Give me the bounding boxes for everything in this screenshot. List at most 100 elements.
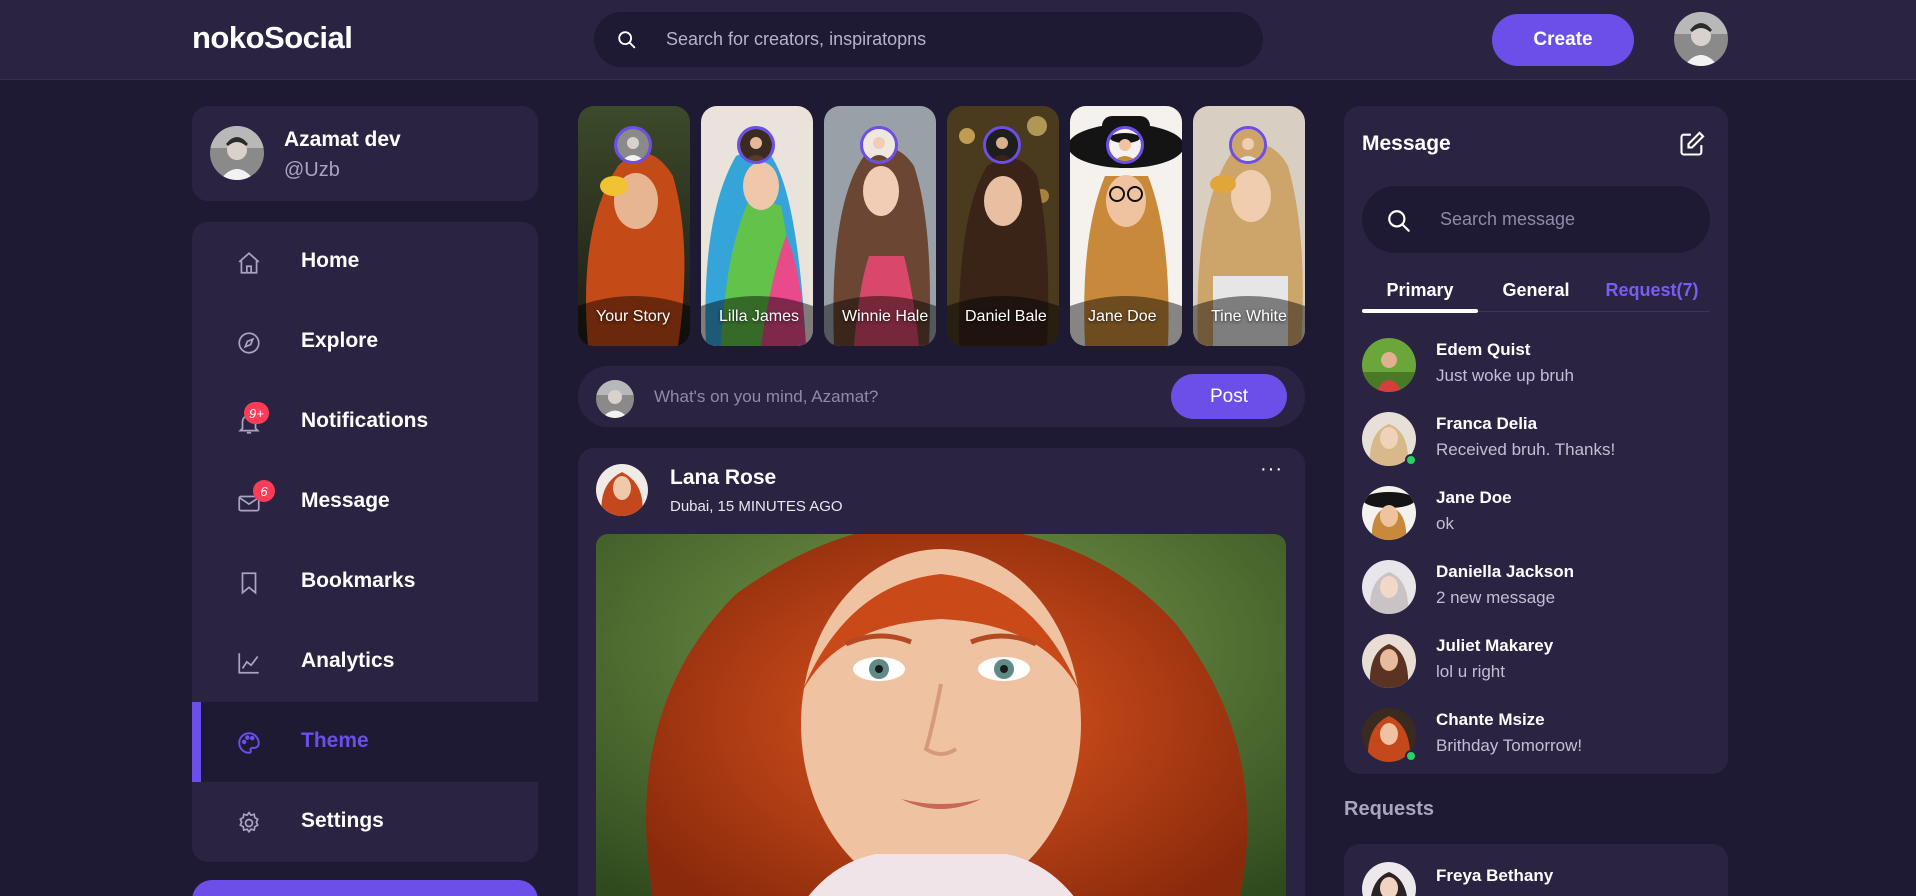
user-avatar[interactable]: [1674, 12, 1728, 66]
post-button[interactable]: Post: [1171, 374, 1287, 419]
chat-name: Franca Delia: [1436, 414, 1538, 433]
story-card[interactable]: Tine White: [1193, 106, 1305, 346]
story-name: Jane Doe: [1088, 308, 1157, 325]
request-name: Freya Bethany: [1436, 866, 1554, 885]
search-bar[interactable]: [594, 12, 1263, 67]
chat-name: Juliet Makarey: [1436, 636, 1554, 655]
list-item[interactable]: Daniella Jackson 2 new message: [1362, 550, 1710, 624]
tab-general[interactable]: General: [1478, 268, 1594, 312]
notification-badge: 9+: [244, 402, 269, 424]
chat-name: Edem Quist: [1436, 340, 1531, 359]
message-search-bar[interactable]: [1362, 186, 1710, 253]
profile-name: Azamat dev: [284, 128, 401, 151]
logo[interactable]: nokoSocial: [192, 20, 353, 56]
post-author[interactable]: Lana Rose: [670, 466, 776, 490]
top-bar: nokoSocial Create: [0, 0, 1916, 80]
avatar[interactable]: [596, 464, 648, 516]
avatar: [210, 126, 264, 180]
post-composer: Post: [578, 366, 1305, 427]
online-indicator: [1405, 454, 1417, 466]
request-card[interactable]: Freya Bethany: [1344, 844, 1728, 896]
avatar: [1362, 338, 1416, 392]
story-card[interactable]: Jane Doe: [1070, 106, 1182, 346]
chat-preview: Just woke up bruh: [1436, 366, 1574, 385]
sidebar-item-message[interactable]: 6 Message: [192, 462, 538, 542]
search-icon: [618, 31, 636, 49]
online-indicator: [1405, 750, 1417, 762]
sidebar: Home Explore 9+ Notifications 6 Message …: [192, 222, 538, 862]
gear-icon: [239, 811, 259, 834]
avatar: [596, 380, 634, 418]
sidebar-item-label: Notifications: [301, 409, 429, 432]
sidebar-item-theme[interactable]: Theme: [192, 702, 538, 782]
feed-post: Lana Rose Dubai, 15 MINUTES AGO ···: [578, 448, 1305, 896]
post-input[interactable]: [654, 366, 1214, 427]
list-item[interactable]: Franca Delia Received bruh. Thanks!: [1362, 402, 1710, 476]
sidebar-item-label: Analytics: [301, 649, 395, 672]
avatar: [1362, 486, 1416, 540]
messages-panel: Message Primary General Request(7) Edem …: [1344, 106, 1728, 774]
chat-preview: Brithday Tomorrow!: [1436, 736, 1583, 755]
chat-name: Daniella Jackson: [1436, 562, 1574, 581]
avatar: [1362, 862, 1416, 896]
home-icon: [238, 252, 260, 274]
sidebar-item-notifications[interactable]: 9+ Notifications: [192, 382, 538, 462]
messages-title: Message: [1362, 132, 1451, 155]
create-button[interactable]: Create: [1492, 14, 1634, 66]
search-input[interactable]: [666, 12, 1246, 67]
sidebar-item-label: Bookmarks: [301, 569, 416, 592]
story-card[interactable]: Daniel Bale: [947, 106, 1059, 346]
chat-preview: lol u right: [1436, 662, 1505, 681]
chat-preview: ok: [1436, 514, 1454, 533]
requests-title: Requests: [1344, 798, 1435, 820]
more-options-icon[interactable]: ···: [1260, 458, 1283, 481]
chat-name: Chante Msize: [1436, 710, 1545, 729]
message-search-input[interactable]: [1440, 186, 1695, 253]
chat-preview: 2 new message: [1436, 588, 1556, 607]
sidebar-primary-button[interactable]: [192, 880, 538, 896]
profile-card[interactable]: Azamat dev @Uzb: [192, 106, 538, 201]
list-item[interactable]: Chante Msize Brithday Tomorrow!: [1362, 698, 1710, 772]
tab-primary[interactable]: Primary: [1362, 268, 1478, 313]
sidebar-item-explore[interactable]: Explore: [192, 302, 538, 382]
search-icon: [1388, 210, 1410, 232]
sidebar-item-settings[interactable]: Settings: [192, 782, 538, 862]
list-item[interactable]: Jane Doe ok: [1362, 476, 1710, 550]
message-tabs: Primary General Request(7): [1362, 268, 1710, 313]
sidebar-item-bookmarks[interactable]: Bookmarks: [192, 542, 538, 622]
post-image[interactable]: [596, 534, 1286, 896]
story-avatar: [1229, 126, 1267, 164]
post-meta: Dubai, 15 MINUTES AGO: [670, 498, 843, 515]
sidebar-item-label: Message: [301, 489, 390, 512]
story-name: Winnie Hale: [842, 308, 929, 325]
bookmark-icon: [241, 572, 257, 595]
story-name: Lilla James: [719, 308, 800, 325]
story-name: Your Story: [596, 308, 671, 325]
story-name: Daniel Bale: [965, 308, 1047, 325]
sidebar-item-label: Theme: [301, 729, 369, 752]
tab-requests[interactable]: Request(7): [1594, 268, 1710, 312]
story-card[interactable]: Lilla James: [701, 106, 813, 346]
story-avatar: [860, 126, 898, 164]
avatar: [1362, 560, 1416, 614]
sidebar-item-home[interactable]: Home: [192, 222, 538, 302]
message-badge: 6: [253, 480, 275, 502]
story-avatar: [983, 126, 1021, 164]
chart-icon: [238, 653, 259, 674]
story-card[interactable]: Your Story: [578, 106, 690, 346]
story-name: Tine White: [1211, 308, 1287, 325]
edit-icon[interactable]: [1678, 130, 1706, 158]
story-avatar: [737, 126, 775, 164]
story-avatar: [1106, 126, 1144, 164]
palette-icon: [238, 732, 260, 754]
story-avatar: [614, 126, 652, 164]
profile-handle: @Uzb: [284, 159, 340, 181]
compass-icon: [238, 332, 260, 354]
chat-preview: Received bruh. Thanks!: [1436, 440, 1616, 459]
sidebar-item-analytics[interactable]: Analytics: [192, 622, 538, 702]
sidebar-item-label: Explore: [301, 329, 379, 352]
avatar: [1362, 634, 1416, 688]
list-item[interactable]: Edem Quist Just woke up bruh: [1362, 328, 1710, 402]
list-item[interactable]: Juliet Makarey lol u right: [1362, 624, 1710, 698]
story-card[interactable]: Winnie Hale: [824, 106, 936, 346]
